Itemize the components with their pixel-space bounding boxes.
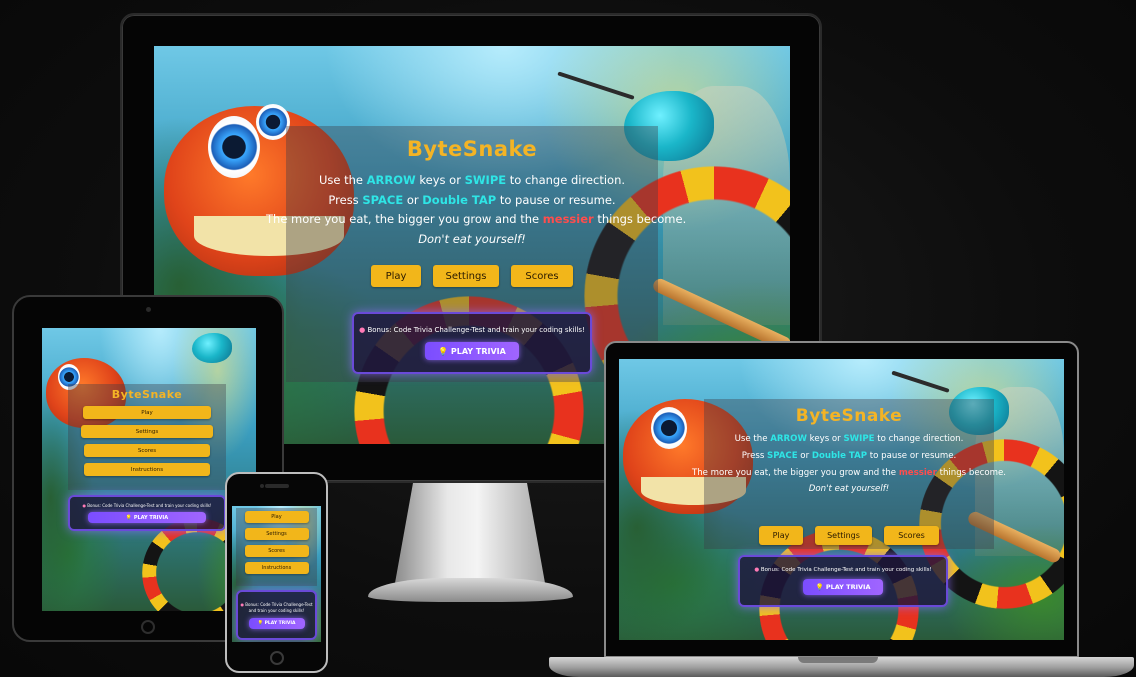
trivia-panel: ● Bonus: Code Trivia Challenge-Test and … [352,312,592,374]
scores-button[interactable]: Scores [84,444,210,457]
monitor-stand-base [368,578,573,602]
scores-button[interactable]: Scores [511,265,573,287]
lightbulb-icon: 💡 [257,620,265,626]
scores-button[interactable]: Scores [884,526,939,545]
trivia-panel: ● Bonus: Code Trivia Challenge-Test and … [236,590,317,640]
play-trivia-button[interactable]: 💡 PLAY TRIVIA [248,617,305,629]
play-trivia-button[interactable]: 💡 PLAY TRIVIA [803,579,883,595]
phone-home-button [269,651,284,665]
responsive-mockup: ByteSnake Use the ARROW keys or SWIPE to… [0,0,1136,677]
instructions-button[interactable]: Instructions [244,562,309,574]
settings-button[interactable]: Settings [433,265,499,287]
lightbulb-icon: 💡 [815,583,826,591]
settings-button[interactable]: Settings [244,528,309,540]
settings-button[interactable]: Settings [815,526,872,545]
tablet-home-button [141,620,155,634]
trivia-panel: ● Bonus: Code Trivia Challenge-Test and … [738,555,948,607]
game-title: ByteSnake [406,137,538,161]
phone: Play Settings Scores Instructions ● Bonu… [225,472,328,673]
lightbulb-icon: 💡 [125,514,134,521]
trivia-panel: ● Bonus: Code Trivia Challenge-Test and … [68,495,226,531]
play-button[interactable]: Play [759,526,803,545]
main-menu-panel: Play Settings Scores Instructions [236,508,317,586]
settings-button[interactable]: Settings [81,425,213,438]
instructions-button[interactable]: Instructions [84,463,210,476]
game-background: ByteSnake Use the ARROW keys or SWIPE to… [619,359,1064,640]
scores-button[interactable]: Scores [244,545,309,557]
trivia-text: Bonus: Code Trivia Challenge-Test and tr… [367,326,585,334]
play-button[interactable]: Play [371,265,421,287]
instructions-text: Use the ARROW keys or SWIPE to change di… [266,173,687,246]
monitor-stand [395,483,545,583]
play-trivia-button[interactable]: 💡 PLAY TRIVIA [425,342,519,360]
laptop: ByteSnake Use the ARROW keys or SWIPE to… [604,341,1079,658]
lightbulb-icon: 💡 [438,346,451,356]
main-menu-panel: ByteSnake Play Settings Scores Instructi… [68,384,226,490]
brain-icon: ● [359,326,366,334]
game-background: Play Settings Scores Instructions ● Bonu… [232,506,321,642]
play-button[interactable]: Play [244,511,309,523]
play-button[interactable]: Play [83,406,211,419]
play-trivia-button[interactable]: 💡 PLAY TRIVIA [88,512,206,523]
game-background: ByteSnake Play Settings Scores Instructi… [42,328,256,611]
